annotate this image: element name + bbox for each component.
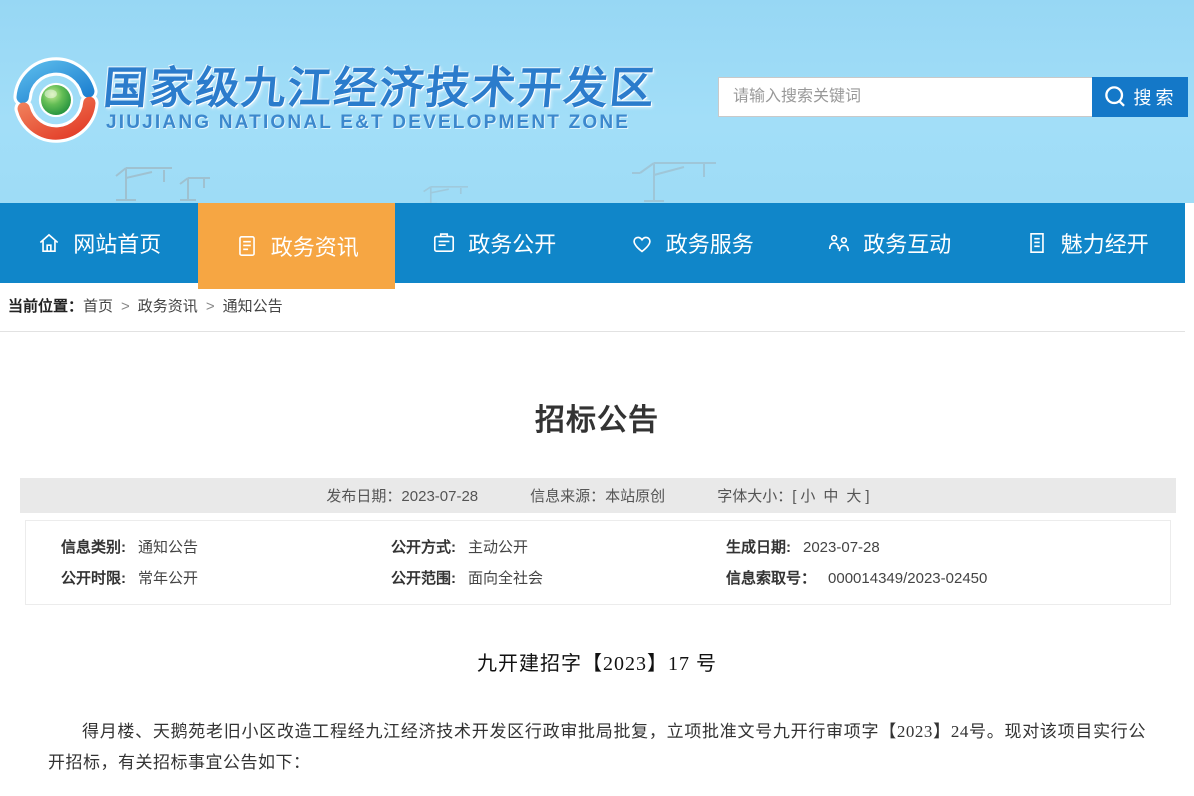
font-size-control: 字体大小：[小中大] <box>717 485 869 506</box>
info-label: 信息索取号： <box>726 570 816 587</box>
crane-silhouette <box>112 160 212 202</box>
font-size-label: 字体大小： <box>717 488 792 505</box>
info-value: 面向全社会 <box>468 570 543 587</box>
info-cell-index-number: 信息索取号： 000014349/2023-02450 <box>726 568 1170 590</box>
nav-item-label: 政务服务 <box>666 227 754 259</box>
nav-item-zhengwu-fuwu[interactable]: 政务服务 <box>593 203 791 283</box>
info-cell-category: 信息类别: 通知公告 <box>61 537 391 559</box>
search-bar: 搜索 <box>718 77 1188 117</box>
nav-item-meili-jingkai[interactable]: 魅力经开 <box>988 203 1186 283</box>
info-source-value: 本站原创 <box>605 488 665 505</box>
nav-item-label: 政务公开 <box>468 227 556 259</box>
crane-silhouette <box>628 157 720 203</box>
info-cell-generate-date: 生成日期: 2023-07-28 <box>726 537 1170 559</box>
info-value: 000014349/2023-02450 <box>828 570 987 587</box>
publish-date-label: 发布日期： <box>326 488 401 505</box>
nav-item-label: 魅力经开 <box>1061 227 1149 259</box>
info-label: 公开方式: <box>391 539 456 556</box>
breadcrumb-link-tongzhi-gonggao[interactable]: 通知公告 <box>223 298 283 315</box>
breadcrumb-link-zhengwu-zixun[interactable]: 政务资讯 <box>138 298 198 315</box>
article-body-paragraph: 得月楼、天鹅苑老旧小区改造工程经九江经济技术开发区行政审批局批复，立项批准文号九… <box>48 716 1146 778</box>
nav-item-label: 政务资讯 <box>271 230 359 262</box>
info-value: 主动公开 <box>468 539 528 556</box>
document-info-table: 信息类别: 通知公告 公开方式: 主动公开 生成日期: 2023-07-28 公开时限… <box>25 520 1171 605</box>
nav-item-label: 政务互动 <box>863 227 951 259</box>
info-label: 公开时限: <box>61 570 126 587</box>
site-logo[interactable] <box>12 56 100 144</box>
card-icon <box>431 230 457 256</box>
info-cell-open-scope: 公开范围: 面向全社会 <box>391 568 726 590</box>
info-label: 生成日期: <box>726 539 791 556</box>
publish-date: 发布日期：2023-07-28 <box>326 485 478 506</box>
crane-silhouette <box>420 183 480 205</box>
info-cell-open-method: 公开方式: 主动公开 <box>391 537 726 559</box>
info-source: 信息来源：本站原创 <box>530 485 665 506</box>
nav-item-zhengwu-gongkai[interactable]: 政务公开 <box>395 203 593 283</box>
publish-date-value: 2023-07-28 <box>401 488 478 505</box>
search-icon <box>1103 84 1129 110</box>
search-button-label: 搜索 <box>1134 84 1178 110</box>
info-source-label: 信息来源： <box>530 488 605 505</box>
search-button[interactable]: 搜索 <box>1092 77 1188 117</box>
site-name-english: JIUJIANG NATIONAL E&T DEVELOPMENT ZONE <box>106 112 630 134</box>
nav-item-zhengwu-hudong[interactable]: 政务互动 <box>790 203 988 283</box>
people-icon <box>826 230 852 256</box>
page-title: 招标公告 <box>0 395 1194 439</box>
breadcrumb-separator: > <box>121 298 130 315</box>
font-size-large-button[interactable]: 大 <box>846 488 861 505</box>
scroll-icon <box>1024 230 1050 256</box>
info-cell-open-term: 公开时限: 常年公开 <box>61 568 391 590</box>
site-banner: 国家级九江经济技术开发区 JIUJIANG NATIONAL E&T DEVEL… <box>0 0 1194 203</box>
nav-item-label: 网站首页 <box>73 227 161 259</box>
heart-icon <box>629 230 655 256</box>
info-value: 通知公告 <box>138 539 198 556</box>
news-icon <box>234 233 260 259</box>
bracket-open: [ <box>792 488 796 505</box>
main-navigation: 网站首页 政务资讯 政务公开 政务服务 政务互动 魅力经开 <box>0 203 1185 283</box>
breadcrumb-link-home[interactable]: 首页 <box>83 298 113 315</box>
nav-item-home[interactable]: 网站首页 <box>0 203 198 283</box>
info-label: 公开范围: <box>391 570 456 587</box>
breadcrumb-separator: > <box>206 298 215 315</box>
breadcrumb: 当前位置：首页 > 政务资讯 > 通知公告 <box>0 283 1185 332</box>
font-size-medium-button[interactable]: 中 <box>823 488 838 505</box>
site-name: 国家级九江经济技术开发区 <box>101 52 659 116</box>
bracket-close: ] <box>865 488 869 505</box>
article-meta-bar: 发布日期：2023-07-28 信息来源：本站原创 字体大小：[小中大] <box>20 478 1176 513</box>
document-number: 九开建招字【2023】17 号 <box>0 647 1194 676</box>
info-value: 2023-07-28 <box>803 539 880 556</box>
info-value: 常年公开 <box>138 570 198 587</box>
nav-item-zhengwu-zixun[interactable]: 政务资讯 <box>198 203 396 289</box>
breadcrumb-location-label: 当前位置： <box>8 298 83 315</box>
info-label: 信息类别: <box>61 539 126 556</box>
font-size-small-button[interactable]: 小 <box>800 488 815 505</box>
home-icon <box>36 230 62 256</box>
search-input[interactable] <box>718 77 1092 117</box>
